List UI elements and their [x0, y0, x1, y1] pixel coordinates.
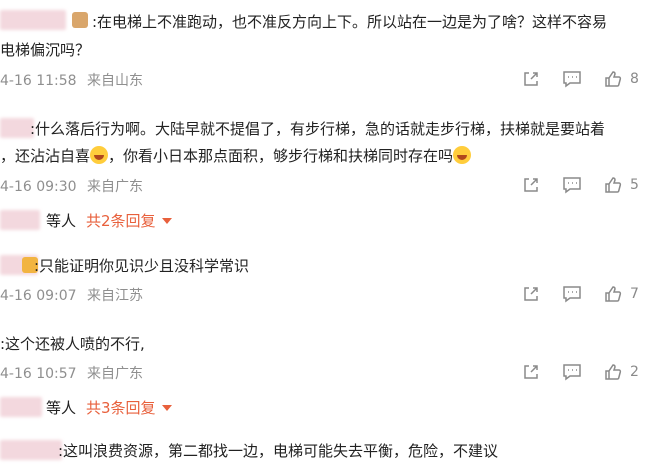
- comment-location: 来自江苏: [87, 288, 144, 304]
- like-button[interactable]: 7: [604, 283, 639, 305]
- comment-text: :在电梯上不准跑动，也不准反方向上下。所以站在一边是为了啥？这样不容易: [92, 13, 608, 31]
- comment-time: 4-16 10:57: [0, 366, 77, 382]
- comment-time: 4-16 09:07: [0, 288, 77, 304]
- comment-time: 4-16 09:30: [0, 179, 77, 195]
- reply-count[interactable]: 共2条回复: [86, 212, 156, 230]
- caret-down-icon: [161, 405, 172, 411]
- like-button[interactable]: 5: [604, 174, 639, 196]
- comment-time: 4-16 11:58: [0, 73, 77, 89]
- like-icon: [605, 364, 622, 380]
- share-icon: [524, 72, 538, 86]
- comment-actions: 8: [520, 68, 660, 90]
- comment-text: :这叫浪费资源，第二都找一边，电梯可能失去平衡，危险，不建议: [58, 442, 499, 460]
- comment-meta: 4-16 10:57 来自广东: [0, 363, 143, 383]
- comment-icon: [563, 364, 581, 381]
- comment-actions: 7: [520, 283, 660, 305]
- comment-actions: 2: [520, 361, 660, 383]
- like-count: 5: [630, 177, 639, 193]
- comment-button[interactable]: [562, 174, 582, 196]
- like-count: 8: [630, 71, 639, 87]
- like-count: 7: [630, 286, 639, 302]
- share-button[interactable]: [522, 361, 540, 383]
- laugh-emoji-icon: [453, 146, 472, 164]
- share-icon: [524, 365, 538, 379]
- share-icon: [524, 178, 538, 192]
- share-button[interactable]: [522, 283, 540, 305]
- comment-meta: 4-16 11:58 来自山东: [0, 70, 143, 90]
- like-button[interactable]: 2: [604, 361, 639, 383]
- comment-button[interactable]: [562, 361, 582, 383]
- user-badge-icon: [72, 12, 88, 28]
- share-button[interactable]: [522, 68, 540, 90]
- comment-meta: 4-16 09:30 来自广东: [0, 176, 143, 196]
- comment-text: ，还沾沾自喜: [0, 147, 91, 165]
- comment-location: 来自山东: [87, 73, 144, 89]
- laugh-emoji-icon: [90, 146, 109, 164]
- share-button[interactable]: [522, 174, 540, 196]
- like-icon: [605, 177, 622, 193]
- username-blurred[interactable]: [0, 118, 34, 138]
- like-icon: [605, 71, 622, 87]
- comment-location: 来自广东: [87, 366, 144, 382]
- reply-users-label: 等人: [46, 399, 77, 417]
- comment-location: 来自广东: [87, 179, 144, 195]
- like-icon: [605, 286, 622, 302]
- comment-text: ，你看小日本那点面积，够步行梯和扶梯同时存在吗: [108, 147, 454, 165]
- reply-count[interactable]: 共3条回复: [86, 399, 156, 417]
- comment-meta: 4-16 09:07 来自江苏: [0, 285, 143, 305]
- comment-text: :只能证明你见识少且没科学常识: [34, 257, 250, 275]
- username-blurred[interactable]: [0, 440, 62, 460]
- share-icon: [524, 287, 538, 301]
- username-blurred[interactable]: [0, 10, 66, 30]
- comment-button[interactable]: [562, 283, 582, 305]
- comment-icon: [563, 286, 581, 303]
- caret-down-icon: [161, 218, 172, 224]
- comment-text: :这个还被人喷的不行,: [0, 335, 145, 353]
- comment-actions: 5: [520, 174, 660, 196]
- comment-button[interactable]: [562, 68, 582, 90]
- reply-summary[interactable]: 等人 共3条回复: [0, 397, 172, 418]
- comment-icon: [563, 177, 581, 194]
- comment-icon: [563, 71, 581, 88]
- like-button[interactable]: 8: [604, 68, 639, 90]
- comment-text: 电梯偏沉吗？: [0, 41, 91, 59]
- comment-text-line: ，还沾沾自喜 ，你看小日本那点面积，够步行梯和扶梯同时存在吗: [0, 144, 472, 168]
- reply-summary[interactable]: 等人 共2条回复: [0, 210, 172, 231]
- reply-users-label: 等人: [46, 212, 77, 230]
- comment-text: :什么落后行为啊。大陆早就不提倡了，有步行梯，急的话就走步行梯，扶梯就是要站着: [30, 120, 606, 138]
- like-count: 2: [630, 364, 639, 380]
